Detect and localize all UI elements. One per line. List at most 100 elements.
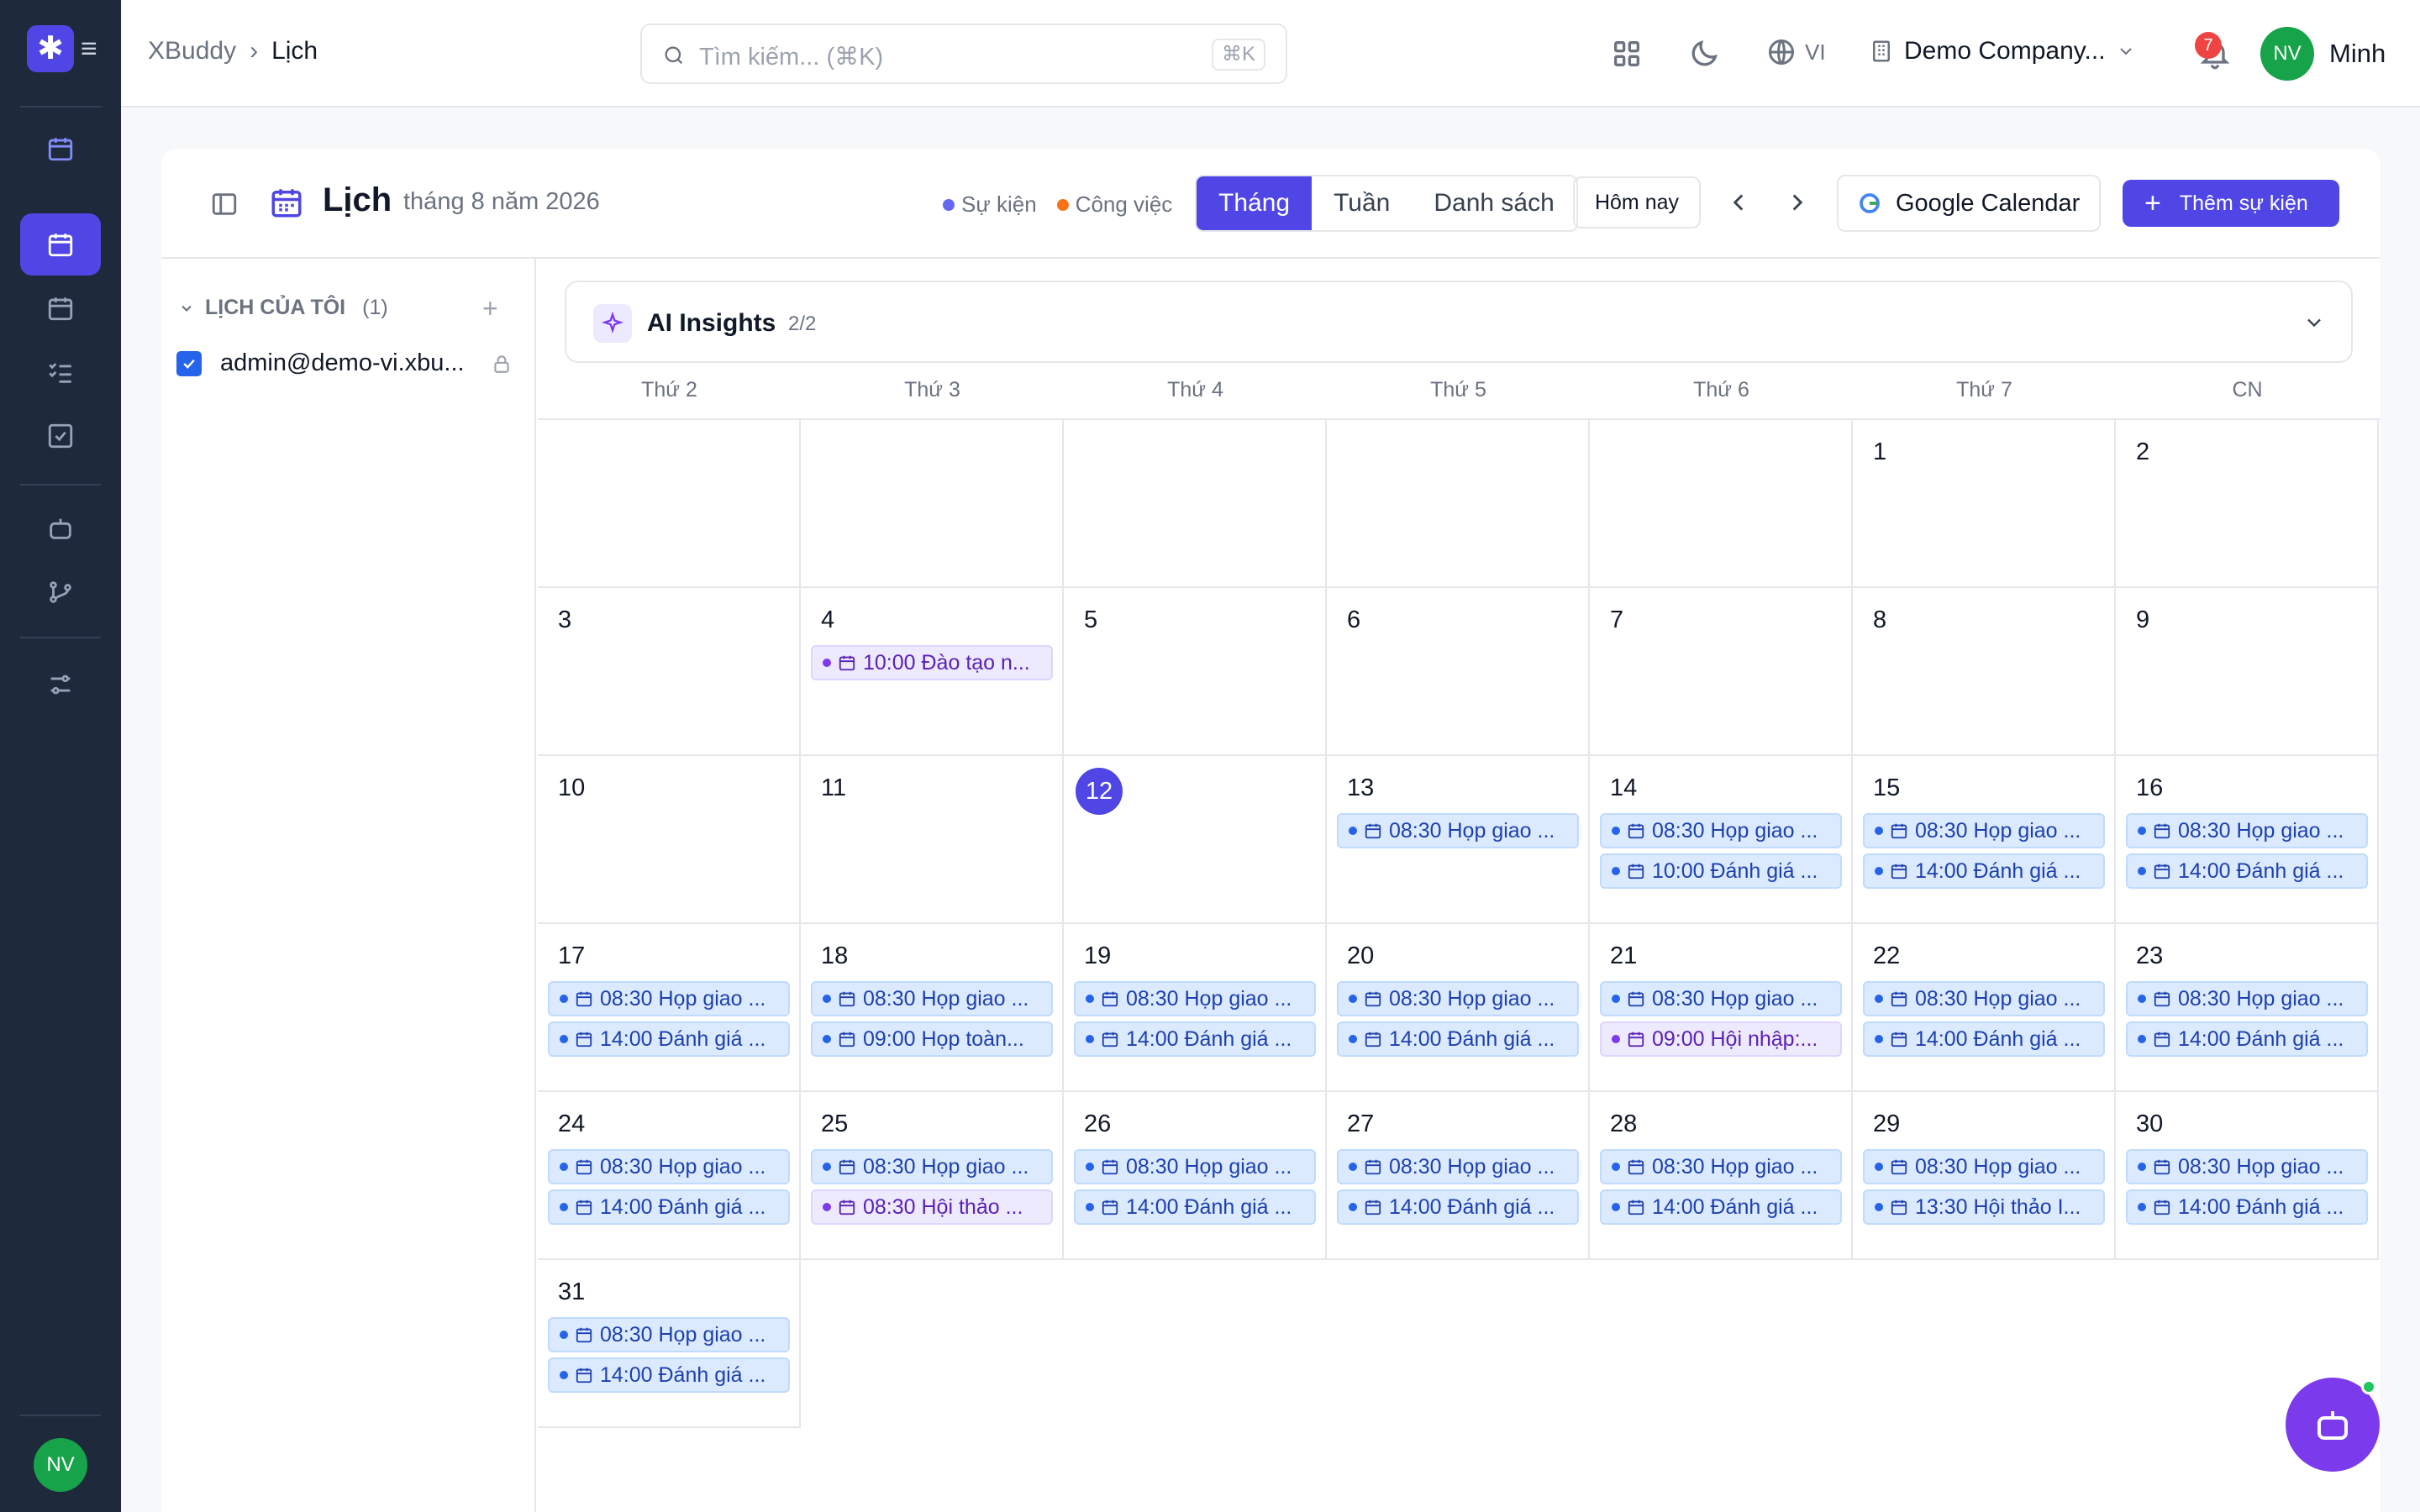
day-cell[interactable]: 26 08:30 Họp giao ... 14:00 Đánh giá ... [1064, 1092, 1327, 1260]
language-switcher[interactable]: VI [1766, 37, 1826, 67]
rail-tasks-icon[interactable] [20, 341, 101, 403]
day-cell[interactable]: 7 [1590, 588, 1853, 756]
day-cell[interactable]: 21 08:30 Họp giao ... 09:00 Hội nhập:... [1590, 924, 1853, 1092]
calendar-event[interactable]: 08:30 Họp giao ... [811, 1149, 1053, 1184]
app-logo-icon[interactable]: ✱ [27, 25, 74, 72]
day-cell[interactable]: 25 08:30 Họp giao ... 08:30 Hội thảo ... [801, 1092, 1064, 1260]
calendar-event[interactable]: 08:30 Họp giao ... [1863, 1149, 2105, 1184]
user-name[interactable]: Minh [2329, 39, 2386, 69]
day-cell[interactable]: 5 [1064, 588, 1327, 756]
chevron-left-icon[interactable] [1724, 188, 1753, 217]
calendar-event[interactable]: 08:30 Họp giao ... [1600, 981, 1842, 1016]
moon-icon[interactable] [1687, 37, 1721, 71]
day-cell[interactable]: 11 [801, 756, 1064, 924]
rail-bot-icon[interactable] [20, 497, 101, 559]
rail-settings-icon[interactable] [20, 654, 101, 716]
checkbox-checked-icon[interactable] [176, 350, 202, 376]
calendar-event[interactable]: 14:00 Đánh giá ... [1863, 1021, 2105, 1057]
day-cell[interactable]: 28 08:30 Họp giao ... 14:00 Đánh giá ... [1590, 1092, 1853, 1260]
day-cell[interactable]: 27 08:30 Họp giao ... 14:00 Đánh giá ... [1327, 1092, 1590, 1260]
breadcrumb-home[interactable]: XBuddy [148, 37, 236, 66]
calendar-event[interactable]: 10:00 Đánh giá ... [1600, 853, 1842, 889]
rail-workflow-icon[interactable] [20, 561, 101, 623]
day-cell[interactable]: 18 08:30 Họp giao ... 09:00 Họp toàn... [801, 924, 1064, 1092]
calendar-event[interactable]: 08:30 Họp giao ... [548, 1317, 790, 1352]
calendar-event[interactable]: 14:00 Đánh giá ... [2126, 853, 2368, 889]
day-cell[interactable]: 3 [538, 588, 801, 756]
add-event-button[interactable]: + Thêm sự kiện [2123, 180, 2339, 227]
hamburger-menu-icon[interactable]: ≡ [81, 32, 97, 66]
calendar-event[interactable]: 08:30 Họp giao ... [1337, 813, 1579, 848]
rail-schedule-icon[interactable] [20, 213, 101, 276]
day-cell[interactable]: 23 08:30 Họp giao ... 14:00 Đánh giá ... [2116, 924, 2379, 1092]
calendar-event[interactable]: 08:30 Họp giao ... [2126, 981, 2368, 1016]
view-month-button[interactable]: Tháng [1197, 176, 1313, 230]
calendar-event[interactable]: 09:00 Hội nhập:... [1600, 1021, 1842, 1057]
day-cell[interactable]: 17 08:30 Họp giao ... 14:00 Đánh giá ... [538, 924, 801, 1092]
calendar-event[interactable]: 08:30 Họp giao ... [1337, 1149, 1579, 1184]
calendar-event[interactable]: 08:30 Hội thảo ... [811, 1189, 1053, 1225]
chevron-down-icon[interactable] [2302, 311, 2326, 334]
calendar-item[interactable]: admin@demo-vi.xbu... [176, 349, 465, 377]
calendar-event[interactable]: 10:00 Đào tạo n... [811, 645, 1053, 680]
calendar-event[interactable]: 08:30 Họp giao ... [548, 1149, 790, 1184]
calendar-event[interactable]: 14:00 Đánh giá ... [1074, 1189, 1316, 1225]
calendar-event[interactable]: 13:30 Hội thảo I... [1863, 1189, 2105, 1225]
calendar-event[interactable]: 14:00 Đánh giá ... [2126, 1021, 2368, 1057]
day-cell[interactable]: 16 08:30 Họp giao ... 14:00 Đánh giá ... [2116, 756, 2379, 924]
calendar-event[interactable]: 14:00 Đánh giá ... [1337, 1021, 1579, 1057]
rail-calendar-icon[interactable] [20, 118, 101, 180]
calendar-event[interactable]: 14:00 Đánh giá ... [2126, 1189, 2368, 1225]
day-cell[interactable]: 1 [1853, 420, 2116, 588]
search-input[interactable]: Tìm kiếm... (⌘K) ⌘K [640, 24, 1287, 84]
calendar-event[interactable]: 08:30 Họp giao ... [811, 981, 1053, 1016]
chevron-right-icon[interactable] [1783, 188, 1812, 217]
calendar-event[interactable]: 14:00 Đánh giá ... [548, 1189, 790, 1225]
day-cell[interactable]: 4 10:00 Đào tạo n... [801, 588, 1064, 756]
google-calendar-button[interactable]: Google Calendar [1837, 175, 2101, 232]
calendar-event[interactable]: 08:30 Họp giao ... [1600, 813, 1842, 848]
day-cell[interactable]: 30 08:30 Họp giao ... 14:00 Đánh giá ... [2116, 1092, 2379, 1260]
calendar-event[interactable]: 08:30 Họp giao ... [1863, 813, 2105, 848]
day-cell[interactable]: 8 [1853, 588, 2116, 756]
day-cell[interactable]: 20 08:30 Họp giao ... 14:00 Đánh giá ... [1327, 924, 1590, 1092]
calendar-event[interactable]: 08:30 Họp giao ... [1074, 1149, 1316, 1184]
day-cell[interactable]: 10 [538, 756, 801, 924]
user-avatar[interactable]: NV [2260, 27, 2314, 81]
calendar-event[interactable]: 08:30 Họp giao ... [1863, 981, 2105, 1016]
today-button[interactable]: Hôm nay [1573, 176, 1701, 228]
calendar-event[interactable]: 08:30 Họp giao ... [2126, 813, 2368, 848]
rail-events-icon[interactable] [20, 277, 101, 339]
day-cell[interactable]: 19 08:30 Họp giao ... 14:00 Đánh giá ... [1064, 924, 1327, 1092]
day-cell[interactable]: 24 08:30 Họp giao ... 14:00 Đánh giá ... [538, 1092, 801, 1260]
day-cell[interactable]: 6 [1327, 588, 1590, 756]
day-cell[interactable]: 29 08:30 Họp giao ... 13:30 Hội thảo I... [1853, 1092, 2116, 1260]
company-selector[interactable]: Demo Company... [1869, 37, 2136, 66]
apps-grid-icon[interactable] [1610, 37, 1644, 71]
calendar-event[interactable]: 08:30 Họp giao ... [548, 981, 790, 1016]
my-calendars-header[interactable]: LỊCH CỦA TÔI (1) [178, 296, 388, 320]
calendar-event[interactable]: 14:00 Đánh giá ... [1074, 1021, 1316, 1057]
day-cell[interactable]: 13 08:30 Họp giao ... [1327, 756, 1590, 924]
sidebar-toggle-icon[interactable] [210, 190, 239, 218]
calendar-event[interactable]: 14:00 Đánh giá ... [548, 1021, 790, 1057]
day-cell[interactable]: 12 [1064, 756, 1327, 924]
calendar-event[interactable]: 14:00 Đánh giá ... [1863, 853, 2105, 889]
view-list-button[interactable]: Danh sách [1412, 176, 1576, 230]
day-cell[interactable]: 9 [2116, 588, 2379, 756]
calendar-event[interactable]: 14:00 Đánh giá ... [548, 1357, 790, 1393]
day-cell[interactable]: 14 08:30 Họp giao ... 10:00 Đánh giá ... [1590, 756, 1853, 924]
day-cell[interactable]: 22 08:30 Họp giao ... 14:00 Đánh giá ... [1853, 924, 2116, 1092]
calendar-event[interactable]: 08:30 Họp giao ... [1074, 981, 1316, 1016]
rail-avatar[interactable]: NV [34, 1438, 87, 1492]
calendar-event[interactable]: 14:00 Đánh giá ... [1600, 1189, 1842, 1225]
day-cell[interactable]: 15 08:30 Họp giao ... 14:00 Đánh giá ... [1853, 756, 2116, 924]
calendar-event[interactable]: 08:30 Họp giao ... [2126, 1149, 2368, 1184]
day-cell[interactable]: 2 [2116, 420, 2379, 588]
add-calendar-icon[interactable]: + [482, 295, 498, 322]
ai-insights-panel[interactable]: AI Insights 2/2 [565, 281, 2353, 363]
calendar-event[interactable]: 09:00 Họp toàn... [811, 1021, 1053, 1057]
day-cell[interactable]: 31 08:30 Họp giao ... 14:00 Đánh giá ... [538, 1260, 801, 1428]
calendar-event[interactable]: 14:00 Đánh giá ... [1337, 1189, 1579, 1225]
calendar-event[interactable]: 08:30 Họp giao ... [1337, 981, 1579, 1016]
